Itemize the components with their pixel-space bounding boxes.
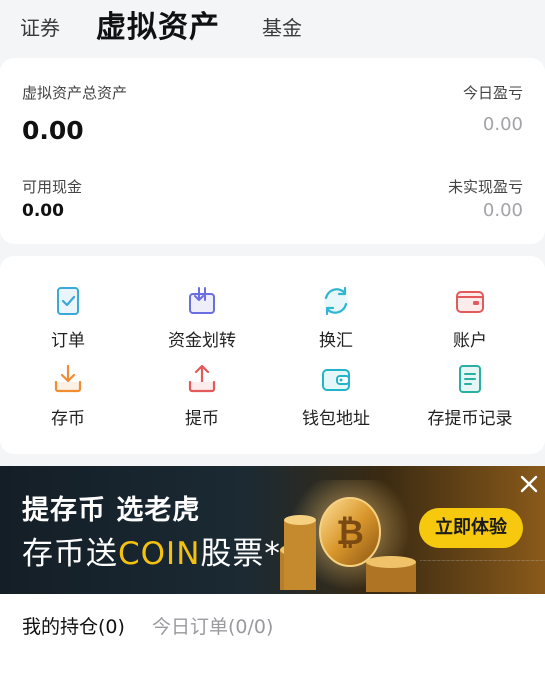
order-check-icon (57, 287, 79, 315)
top-tab-bar: 证券 虚拟资产 基金 (0, 0, 545, 58)
banner-subheadline: 存币送COIN股票* (22, 536, 281, 572)
tab-funds[interactable]: 基金 (262, 0, 302, 56)
tab-holdings[interactable]: 我的持仓(0) (22, 612, 125, 639)
record-label: 存提币记录 (427, 409, 513, 429)
tab-virtual-assets[interactable]: 虚拟资产 (96, 0, 220, 56)
promo-banner[interactable]: ₿ 提存币 选老虎 存币送COIN股票* 立即体验 ‧‧‧‧‧‧‧‧‧‧‧‧‧‧… (0, 466, 545, 594)
total-assets-value: 0.00 (22, 116, 84, 145)
order-button[interactable]: 订单 (0, 284, 136, 351)
unrealized-pnl-value: 0.00 (482, 200, 523, 221)
deposit-label: 存币 (51, 409, 85, 429)
function-grid: 订单 资金划转 换汇 账户 存币 提币 钱包地址 存提币记录 (0, 256, 545, 454)
account-button[interactable]: 账户 (402, 284, 538, 351)
deposit-icon (54, 364, 82, 393)
today-pnl-label: 今日盈亏 (462, 84, 523, 102)
exchange-label: 换汇 (319, 331, 353, 351)
today-pnl-value: 0.00 (482, 114, 523, 135)
cash-value: 0.00 (22, 201, 64, 221)
close-icon[interactable] (517, 472, 541, 496)
try-now-button[interactable]: 立即体验 (419, 508, 523, 548)
fund-transfer-label: 资金划转 (168, 331, 236, 351)
wallet-address-button[interactable]: 钱包地址 (268, 362, 404, 429)
unrealized-pnl-label: 未实现盈亏 (447, 178, 523, 196)
tab-securities[interactable]: 证券 (20, 0, 60, 56)
total-assets-label: 虚拟资产总资产 (22, 84, 128, 102)
withdraw-icon (188, 364, 216, 393)
cash-label: 可用现金 (22, 178, 83, 196)
asset-summary-card: 虚拟资产总资产 0.00 今日盈亏 0.00 可用现金 0.00 未实现盈亏 0… (0, 58, 545, 244)
banner-headline: 提存币 选老虎 (22, 495, 201, 526)
account-label: 账户 (453, 331, 487, 351)
exchange-button[interactable]: 换汇 (268, 284, 404, 351)
record-list-icon (459, 365, 481, 393)
svg-text:₿: ₿ (336, 513, 364, 553)
wallet-address-icon (322, 369, 350, 391)
tab-today-orders[interactable]: 今日订单(0/0) (152, 612, 273, 639)
exchange-icon (324, 286, 348, 316)
withdraw-button[interactable]: 提币 (134, 362, 270, 429)
deposit-button[interactable]: 存币 (0, 362, 136, 429)
wallet-address-label: 钱包地址 (302, 409, 370, 429)
deposit-withdraw-record-button[interactable]: 存提币记录 (402, 362, 538, 429)
withdraw-label: 提币 (185, 409, 219, 429)
fund-transfer-icon (189, 287, 215, 314)
wallet-account-icon (456, 291, 484, 313)
order-label: 订单 (51, 331, 85, 351)
positions-section: 我的持仓(0) 今日订单(0/0) (0, 594, 545, 680)
gold-coins-illustration: ₿ (280, 480, 416, 592)
banner-disclaimer: ‧‧‧‧‧‧‧‧‧‧‧‧‧‧‧‧‧‧‧‧‧‧‧‧‧‧‧‧‧‧‧‧‧‧‧‧‧‧‧‧… (420, 558, 545, 563)
fund-transfer-button[interactable]: 资金划转 (134, 284, 270, 351)
